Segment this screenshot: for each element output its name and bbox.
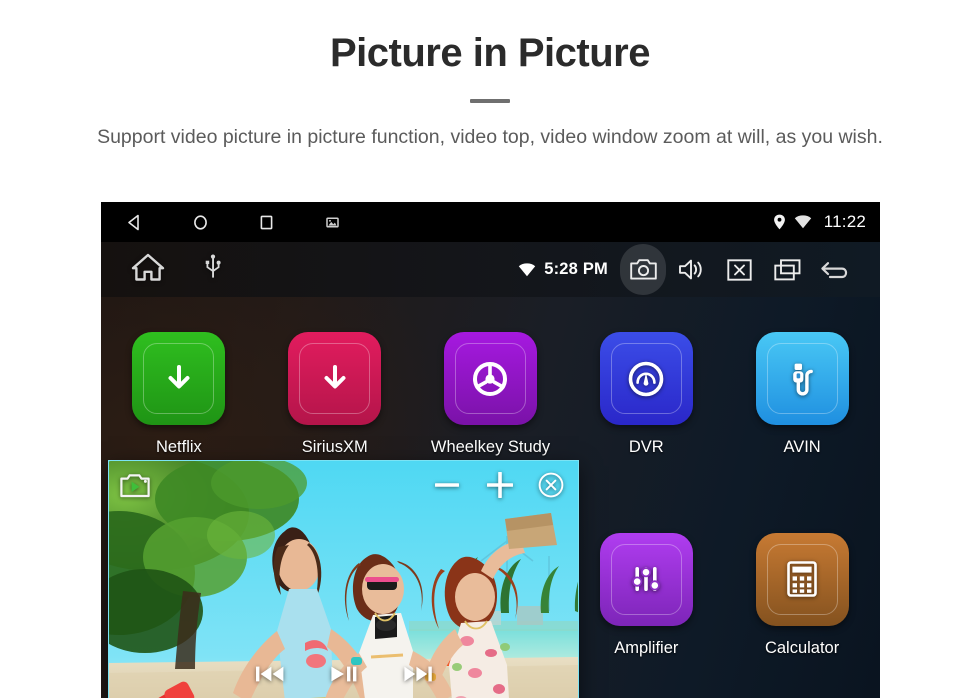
home-house-icon	[131, 253, 165, 281]
av-plug-icon	[793, 363, 813, 396]
pip-zoom-out-button[interactable]	[432, 470, 462, 505]
app-item-avin[interactable]: AVIN	[724, 297, 880, 457]
pip-previous-button[interactable]	[255, 664, 285, 689]
system-toolbar-clock: 5:28 PM	[544, 260, 608, 278]
app-label: Wheelkey Study	[430, 438, 551, 456]
camera-icon	[629, 259, 657, 280]
home-screen: Netflix SiriusXM Wheelkey Study DVR AVIN…	[101, 297, 880, 698]
avin-icon	[755, 332, 849, 425]
status-back-button[interactable]	[101, 202, 167, 242]
app-label: SiriusXM	[301, 438, 368, 456]
play-pause-icon	[330, 666, 356, 682]
page-title: Picture in Picture	[330, 31, 650, 75]
page-subtitle: Support video picture in picture functio…	[97, 126, 883, 149]
back-arrow-icon	[821, 261, 848, 278]
pip-playback-controls	[255, 664, 433, 689]
back-icon	[127, 214, 139, 230]
pip-snapshot-button[interactable]	[120, 473, 150, 504]
pip-window-controls	[432, 469, 564, 506]
app-item-dvr[interactable]: DVR	[568, 297, 724, 457]
back-button[interactable]	[812, 244, 858, 295]
siriusxm-icon	[288, 332, 382, 425]
amplifier-icon	[599, 532, 693, 626]
location-pin-icon	[773, 214, 785, 230]
system-toolbar: 5:28 PM	[101, 242, 880, 297]
pip-close-button[interactable]	[538, 472, 564, 503]
pip-play-pause-button[interactable]	[330, 664, 358, 689]
next-track-icon	[403, 666, 432, 682]
status-bar-indicators: 11:22	[773, 212, 880, 232]
device-screen: 11:22 5:28 PM Netflix SiriusXM Wheelkey …	[101, 202, 880, 698]
download-arrow-icon	[324, 364, 346, 388]
promo-header: Picture in Picture Support video picture…	[0, 0, 980, 152]
close-app-button[interactable]	[716, 244, 762, 295]
pip-video-window[interactable]: epicaro	[108, 460, 579, 698]
multi-window-icon	[773, 258, 800, 280]
usb-icon	[205, 254, 221, 278]
system-toolbar-left	[101, 252, 221, 287]
app-item-netflix[interactable]: Netflix	[101, 297, 257, 457]
steering-wheel-icon	[473, 361, 508, 396]
calculator-icon	[755, 532, 849, 626]
wifi-icon	[794, 215, 811, 229]
minus-icon	[435, 483, 459, 487]
system-wifi-icon	[519, 262, 536, 276]
app-item-wheelkey-study[interactable]: Wheelkey Study	[413, 297, 569, 457]
app-label: AVIN	[783, 438, 821, 456]
app-item-amplifier[interactable]: Amplifier	[568, 498, 724, 658]
app-label: Calculator	[764, 638, 840, 657]
wheelkey-icon	[443, 332, 537, 425]
plus-icon	[487, 472, 513, 498]
speaker-icon	[678, 259, 702, 280]
status-bar-clock: 11:22	[823, 212, 866, 231]
close-circle-icon	[538, 472, 564, 498]
app-label: Amplifier	[614, 638, 679, 657]
close-box-icon	[726, 258, 752, 281]
status-screenshot-button[interactable]	[299, 202, 365, 242]
download-arrow-icon	[168, 364, 190, 388]
app-label: DVR	[628, 438, 664, 456]
recents-square-icon	[260, 215, 272, 229]
camera-button[interactable]	[620, 244, 666, 295]
home-circle-icon	[193, 214, 207, 230]
app-label: Netflix	[155, 438, 202, 456]
dvr-icon	[599, 332, 693, 425]
netflix-icon	[132, 332, 226, 425]
usb-status-indicator	[205, 254, 221, 285]
system-home-button[interactable]	[131, 252, 165, 287]
previous-track-icon	[255, 666, 283, 682]
volume-button[interactable]	[668, 244, 714, 295]
video-snapshot-icon	[120, 474, 150, 498]
system-toolbar-right: 5:28 PM	[518, 244, 880, 295]
calculator-glyph-icon	[787, 561, 817, 597]
gauge-icon	[628, 361, 664, 396]
pip-zoom-in-button[interactable]	[484, 469, 516, 506]
title-divider	[470, 99, 510, 104]
app-item-siriusxm[interactable]: SiriusXM	[257, 297, 413, 457]
status-recents-button[interactable]	[233, 202, 299, 242]
android-status-bar: 11:22	[101, 202, 880, 242]
status-bar-nav-group	[101, 202, 365, 242]
status-home-button[interactable]	[167, 202, 233, 242]
app-item-calculator[interactable]: Calculator	[724, 498, 880, 658]
sliders-icon	[632, 567, 661, 591]
multi-window-button[interactable]	[764, 244, 810, 295]
screenshot-icon	[325, 216, 339, 228]
pip-next-button[interactable]	[403, 664, 433, 689]
